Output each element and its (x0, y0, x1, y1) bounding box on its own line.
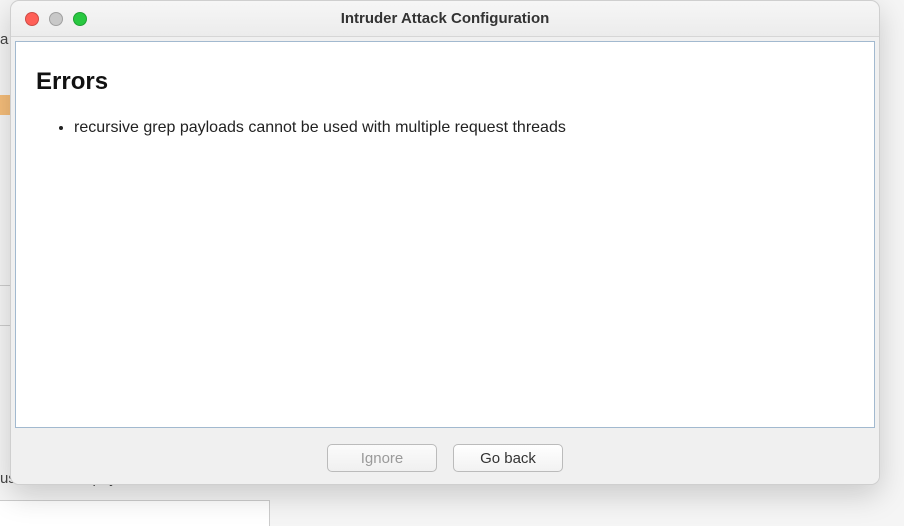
error-item: recursive grep payloads cannot be used w… (74, 116, 854, 140)
errors-list: recursive grep payloads cannot be used w… (36, 116, 854, 140)
background-input-fragment (0, 500, 270, 526)
intruder-config-dialog: Intruder Attack Configuration Errors rec… (10, 0, 880, 485)
errors-heading: Errors (36, 68, 854, 96)
titlebar: Intruder Attack Configuration (11, 1, 879, 37)
dialog-title: Intruder Attack Configuration (11, 10, 879, 27)
dialog-button-row: Ignore Go back (11, 432, 879, 484)
minimize-window-icon (49, 12, 63, 26)
close-window-icon[interactable] (25, 12, 39, 26)
window-controls (11, 12, 87, 26)
background-text-fragment-top: a (0, 31, 8, 48)
ignore-button[interactable]: Ignore (327, 444, 437, 472)
zoom-window-icon[interactable] (73, 12, 87, 26)
dialog-content: Errors recursive grep payloads cannot be… (15, 41, 875, 428)
go-back-button[interactable]: Go back (453, 444, 563, 472)
